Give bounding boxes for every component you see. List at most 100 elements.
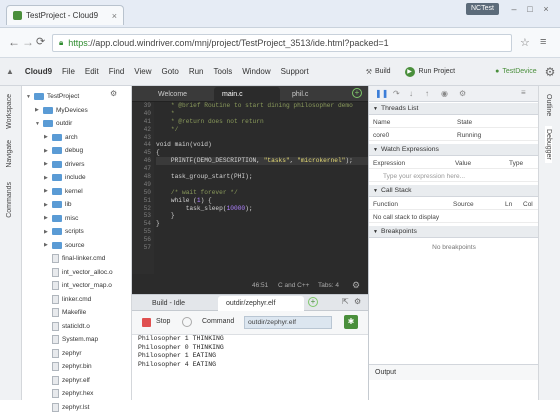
tree-file[interactable]: int_vector_alloc.o bbox=[26, 266, 130, 280]
tab-phil-c[interactable]: phil.c bbox=[284, 87, 344, 102]
collapsed-arrow-icon[interactable]: ▶ bbox=[44, 188, 49, 194]
collapsed-arrow-icon[interactable]: ▶ bbox=[35, 107, 40, 113]
tree-file[interactable]: zephyr.lst bbox=[26, 401, 130, 414]
collapsed-arrow-icon[interactable]: ▶ bbox=[44, 202, 49, 208]
build-button[interactable]: ⚒ Build bbox=[366, 68, 391, 76]
collapsed-arrow-icon[interactable]: ▶ bbox=[44, 175, 49, 181]
breakpoint-toggle-icon[interactable]: ◉ bbox=[441, 89, 448, 98]
menu-goto[interactable]: Goto bbox=[156, 67, 183, 76]
code-line[interactable]: */ bbox=[156, 126, 368, 134]
commands-tab[interactable]: Commands bbox=[6, 182, 13, 218]
collapse-arrow-icon[interactable]: ▲ bbox=[0, 67, 20, 76]
back-icon[interactable]: ← bbox=[8, 35, 20, 49]
tree-file[interactable]: staticIdt.o bbox=[26, 320, 130, 334]
threads-section-header[interactable]: ▼ Threads List bbox=[369, 103, 539, 115]
code-area[interactable]: * @brief Routine to start dining philoso… bbox=[156, 102, 368, 274]
tree-file[interactable]: zephyr bbox=[26, 347, 130, 361]
stop-icon[interactable] bbox=[142, 318, 151, 327]
tree-file[interactable]: int_vector_map.o bbox=[26, 279, 130, 293]
code-line[interactable]: void main(void) bbox=[156, 141, 368, 149]
tree-folder[interactable]: ▶include bbox=[26, 171, 130, 185]
language-mode[interactable]: C and C++ bbox=[278, 282, 309, 289]
watch-expression-input[interactable]: Type your expression here... bbox=[383, 173, 465, 180]
tab-build-idle[interactable]: Build - Idle bbox=[144, 296, 216, 311]
debugger-settings-icon[interactable]: ⚙ bbox=[459, 89, 466, 98]
stop-button[interactable]: Stop bbox=[156, 318, 170, 325]
browser-menu-icon[interactable]: ≡ bbox=[540, 36, 546, 48]
console-output[interactable]: Philosopher 1 THINKINGPhilosopher 0 THIN… bbox=[132, 335, 368, 401]
debugger-menu-icon[interactable]: ≡ bbox=[521, 88, 526, 97]
tab-zephyr-elf[interactable]: outdir/zephyr.elf bbox=[218, 296, 304, 311]
outline-tab[interactable]: Outline bbox=[545, 94, 552, 116]
tree-folder[interactable]: ▶arch bbox=[26, 131, 130, 145]
pause-icon[interactable]: ❚❚ bbox=[375, 89, 388, 98]
browser-tab[interactable]: TestProject - Cloud9 × bbox=[6, 5, 124, 25]
step-into-icon[interactable]: ↓ bbox=[409, 89, 413, 98]
code-line[interactable] bbox=[156, 134, 368, 142]
settings-gear-icon[interactable]: ⚙ bbox=[545, 65, 556, 79]
tab-welcome[interactable]: Welcome bbox=[150, 87, 210, 102]
code-line[interactable]: } bbox=[156, 212, 368, 220]
tree-folder[interactable]: ▶drivers bbox=[26, 158, 130, 172]
callstack-section-header[interactable]: ▼ Call Stack bbox=[369, 185, 539, 197]
tree-folder[interactable]: ▶scripts bbox=[26, 225, 130, 239]
menu-run[interactable]: Run bbox=[184, 67, 209, 76]
step-over-icon[interactable]: ↷ bbox=[393, 89, 400, 98]
run-project-button[interactable]: ▶ Run Project bbox=[405, 67, 456, 77]
menu-view[interactable]: View bbox=[129, 67, 156, 76]
tree-folder[interactable]: ▶misc bbox=[26, 212, 130, 226]
expanded-arrow-icon[interactable]: ▼ bbox=[35, 121, 40, 127]
close-window-icon[interactable]: × bbox=[540, 4, 552, 14]
expanded-arrow-icon[interactable]: ▼ bbox=[26, 94, 31, 100]
collapsed-arrow-icon[interactable]: ▶ bbox=[44, 215, 49, 221]
new-terminal-icon[interactable]: + bbox=[308, 297, 318, 307]
code-line[interactable]: * bbox=[156, 110, 368, 118]
collapsed-arrow-icon[interactable]: ▶ bbox=[44, 242, 49, 248]
breakpoints-section-header[interactable]: ▼ Breakpoints bbox=[369, 226, 539, 238]
code-line[interactable] bbox=[156, 181, 368, 189]
menu-support[interactable]: Support bbox=[276, 67, 314, 76]
collapsed-arrow-icon[interactable]: ▶ bbox=[44, 134, 49, 140]
menu-file[interactable]: File bbox=[57, 67, 80, 76]
code-line[interactable] bbox=[156, 244, 368, 252]
tab-size[interactable]: Tabs: 4 bbox=[318, 282, 339, 289]
collapsed-arrow-icon[interactable]: ▶ bbox=[44, 148, 49, 154]
debugger-output-bar[interactable]: Output bbox=[369, 364, 539, 380]
code-line[interactable] bbox=[156, 236, 368, 244]
collapsed-arrow-icon[interactable]: ▶ bbox=[44, 161, 49, 167]
maximize-icon[interactable]: □ bbox=[524, 4, 536, 14]
url-input[interactable]: 🔒︎ https://app.cloud.windriver.com/mnj/p… bbox=[52, 34, 512, 52]
menu-window[interactable]: Window bbox=[237, 67, 275, 76]
close-tab-icon[interactable]: × bbox=[112, 11, 117, 21]
menu-edit[interactable]: Edit bbox=[80, 67, 104, 76]
bookmark-star-icon[interactable]: ☆ bbox=[520, 36, 530, 49]
minimize-icon[interactable]: – bbox=[508, 4, 520, 14]
collapsed-arrow-icon[interactable]: ▶ bbox=[44, 229, 49, 235]
code-line[interactable] bbox=[156, 228, 368, 236]
command-input[interactable]: outdir/zephyr.elf bbox=[244, 316, 332, 329]
code-line[interactable]: { bbox=[156, 149, 368, 157]
editor-settings-icon[interactable]: ⚙ bbox=[352, 280, 360, 291]
forward-icon[interactable]: → bbox=[22, 35, 34, 49]
tree-folder[interactable]: ▶lib bbox=[26, 198, 130, 212]
tree-folder[interactable]: ▶kernel bbox=[26, 185, 130, 199]
code-line[interactable]: task_group_start(PHI); bbox=[156, 173, 368, 181]
device-selector[interactable]: ● TestDevice bbox=[495, 68, 536, 75]
tree-folder[interactable]: ▼TestProject bbox=[26, 90, 130, 104]
code-line[interactable]: } bbox=[156, 220, 368, 228]
restore-icon[interactable]: ⇱ bbox=[342, 297, 349, 306]
tree-file[interactable]: zephyr.hex bbox=[26, 387, 130, 401]
console-settings-icon[interactable]: ⚙ bbox=[354, 297, 361, 306]
user-badge[interactable]: NCTest bbox=[466, 3, 499, 15]
workspace-tab[interactable]: Workspace bbox=[6, 94, 13, 129]
debugger-tab[interactable]: Debugger bbox=[545, 126, 552, 163]
tree-folder[interactable]: ▶MyDevices bbox=[26, 104, 130, 118]
menu-tools[interactable]: Tools bbox=[209, 67, 238, 76]
runner-icon[interactable]: ✱ bbox=[344, 315, 358, 329]
tree-file[interactable]: zephyr.bin bbox=[26, 360, 130, 374]
tree-folder[interactable]: ▶source bbox=[26, 239, 130, 253]
watch-section-header[interactable]: ▼ Watch Expressions bbox=[369, 144, 539, 156]
step-out-icon[interactable]: ↑ bbox=[425, 89, 429, 98]
tab-main-c[interactable]: main.c bbox=[214, 87, 280, 102]
code-line[interactable]: task_sleep(10000); bbox=[156, 205, 368, 213]
